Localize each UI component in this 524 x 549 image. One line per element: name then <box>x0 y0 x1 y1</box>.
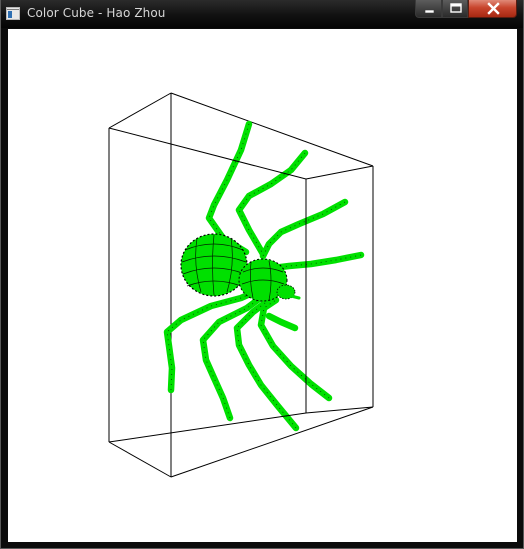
maximize-button[interactable] <box>442 0 468 18</box>
title-bar[interactable]: Color Cube - Hao Zhou <box>1 0 523 28</box>
caption-buttons <box>415 0 519 19</box>
minimize-icon <box>424 9 435 14</box>
minimize-button[interactable] <box>415 0 442 18</box>
app-window: Color Cube - Hao Zhou <box>0 0 524 549</box>
scene-viewport <box>108 92 374 478</box>
close-button[interactable] <box>468 0 517 18</box>
app-window-icon[interactable] <box>6 7 20 20</box>
window-title: Color Cube - Hao Zhou <box>27 6 166 20</box>
maximize-icon <box>450 3 462 13</box>
spider-model <box>163 120 365 432</box>
render-canvas[interactable] <box>8 29 517 542</box>
close-icon <box>487 2 500 15</box>
